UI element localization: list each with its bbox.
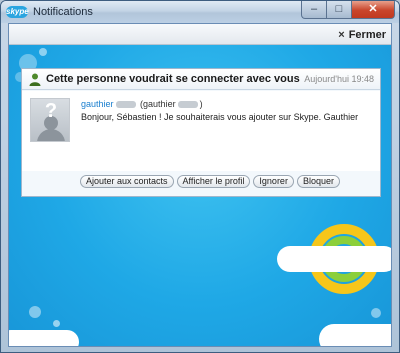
redacted-text [177,101,198,109]
notifications-window: skype Notifications – □ ✕ × Fermer Cette… [0,0,400,353]
minimize-button[interactable]: – [301,1,327,19]
notifications-panel: × Fermer Cette personne voudrait se conn… [8,23,392,347]
request-message: Bonjour, Sébastien ! Je souhaiterais vou… [81,112,359,122]
cloud-decoration [319,324,391,346]
add-contact-icon [29,73,41,86]
title-bar[interactable]: skype Notifications – □ ✕ [1,1,399,23]
requester-username-close: ) [199,99,203,109]
ignore-button[interactable]: Ignorer [253,175,294,188]
avatar-body [37,129,65,141]
window-close-button[interactable]: ✕ [352,1,395,19]
requester-name-line: gauthier (gauthier) [81,99,203,109]
maximize-button[interactable]: □ [327,1,352,19]
cloud-decoration [277,246,391,272]
contact-request-card: Cette personne voudrait se connecter ave… [21,68,381,197]
add-to-contacts-button[interactable]: Ajouter aux contacts [80,175,174,188]
bubble-decoration [53,320,60,327]
bubble-decoration [371,308,381,318]
window-title: Notifications [33,6,93,18]
redacted-text [115,101,136,109]
fermer-button[interactable]: × Fermer [338,27,386,42]
requester-username-open: (gauthier [140,99,176,109]
skype-logo-icon: skype [6,6,29,18]
fermer-label: Fermer [348,28,386,41]
window-controls: – □ ✕ [301,1,395,19]
request-body: ? gauthier (gauthier) Bonjour, Sébastien… [22,91,380,171]
request-actions: Ajouter aux contacts Afficher le profil … [80,175,340,188]
close-icon: × [338,28,345,41]
requester-name-link[interactable]: gauthier [81,99,114,109]
block-button[interactable]: Bloquer [296,175,340,188]
request-timestamp: Aujourd'hui 19:48 [304,74,374,84]
request-title: Cette personne voudrait se connecter ave… [46,73,300,85]
toolbar: × Fermer [9,24,391,45]
avatar: ? [30,98,70,142]
bubble-decoration [29,306,41,318]
bubble-decoration [39,48,47,56]
view-profile-button[interactable]: Afficher le profil [176,175,251,188]
request-header: Cette personne voudrait se connecter ave… [22,69,380,90]
cloud-decoration [9,330,79,346]
unknown-avatar-icon: ? [44,100,58,122]
